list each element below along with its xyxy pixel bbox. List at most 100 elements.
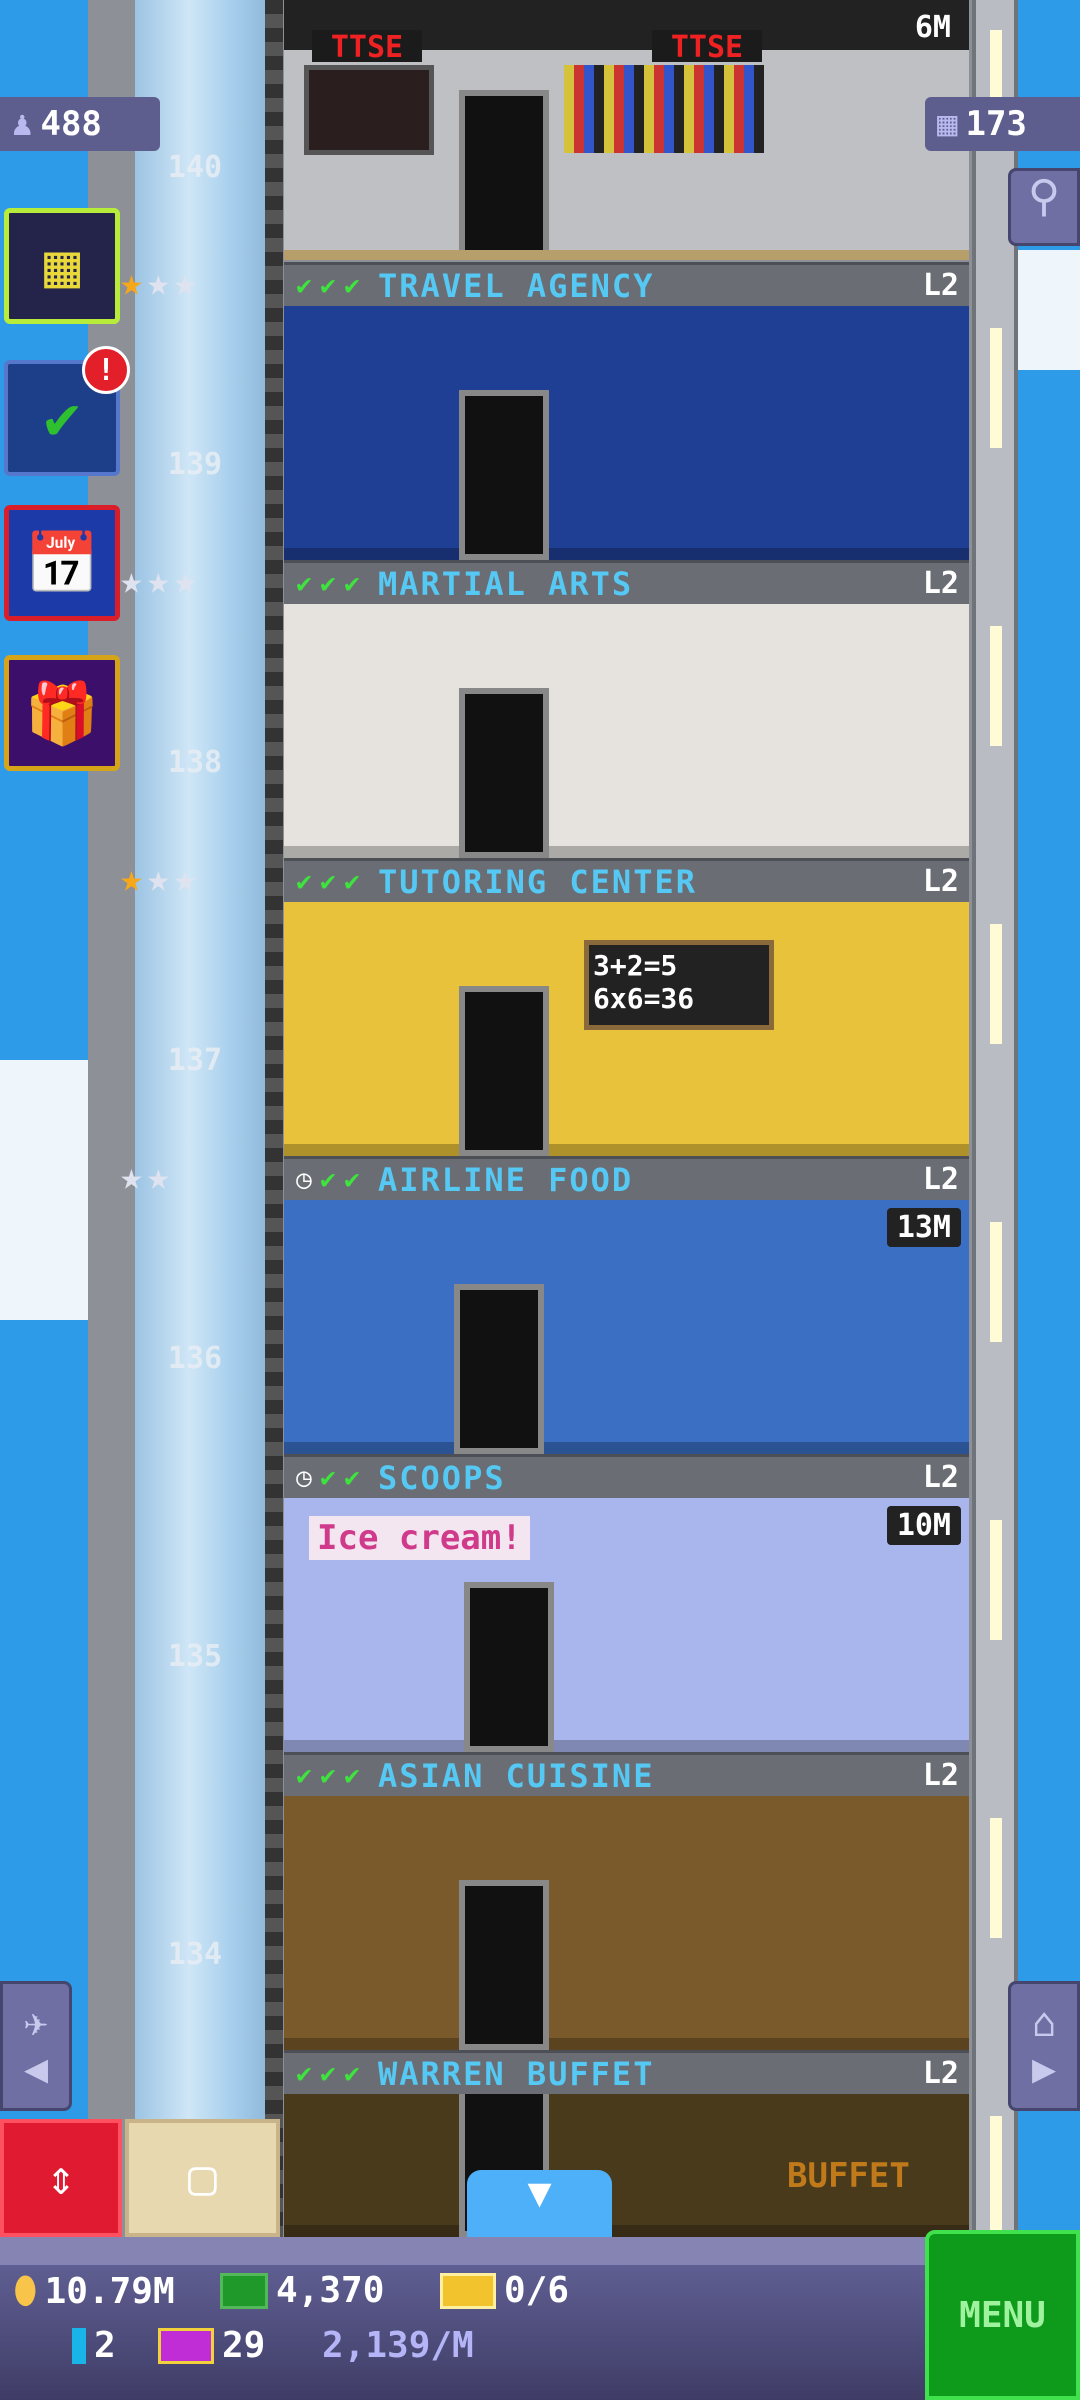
floor-stock-exchange[interactable]: TTSE TTSE 6M [284, 0, 969, 260]
lobby-button[interactable]: ⌂ ▶ [1008, 1981, 1080, 2111]
check-icon: ✔ [296, 866, 312, 897]
rail-light [990, 1818, 1002, 1938]
floor-number: 140 [167, 150, 223, 185]
door [459, 1880, 549, 2050]
check-icon: ✔ [320, 1164, 336, 1195]
arrow-right-icon: ▶ [1031, 2046, 1057, 2092]
floor-room[interactable] [284, 306, 969, 560]
floor-label[interactable]: ✔ ✔ ✔ TRAVEL AGENCY L2 [284, 262, 969, 306]
floor-label[interactable]: ◷ ✔ ✔ SCOOPS L2 [284, 1454, 969, 1498]
floors-counter[interactable]: ▦ 173 [925, 97, 1080, 151]
silver-star-icon: ★ [120, 558, 143, 602]
floor-room[interactable]: 13M [284, 1200, 969, 1454]
floor-name: ASIAN CUISINE [378, 1756, 655, 1795]
floor-room[interactable]: 10M Ice cream! [284, 1498, 969, 1752]
cloud [1018, 250, 1080, 370]
population-value: 488 [40, 104, 102, 144]
gift-button[interactable]: 🎁 [4, 655, 120, 771]
floor-room[interactable]: 3+2=5 6x6=36 [284, 902, 969, 1156]
elevator-shaft[interactable] [135, 0, 270, 2240]
bitizen-cards-stat: 2 [72, 2325, 116, 2366]
check-icon: ✔ [344, 866, 360, 897]
floor-level: L2 [922, 2056, 959, 2091]
vip-stat: 29 [158, 2325, 265, 2366]
floor-name: AIRLINE FOOD [378, 1160, 634, 1199]
check-icon: ✔ [344, 1760, 360, 1791]
scroll-down-button[interactable]: ▼ [467, 2170, 612, 2237]
rail-light [990, 626, 1002, 746]
building-icon: ▦ [937, 104, 958, 144]
floor-level: L2 [922, 566, 959, 601]
bux-value: 4,370 [276, 2270, 385, 2311]
golden-tickets-stat: 0/6 [440, 2270, 569, 2311]
floor-room[interactable]: BUFFET [284, 2094, 969, 2237]
stock-chart-screen [304, 65, 434, 155]
floor-room[interactable] [284, 604, 969, 858]
check-icon: ✔ [296, 2058, 312, 2089]
door [459, 688, 549, 858]
rail-light [990, 924, 1002, 1044]
box-icon: ▢ [188, 2150, 217, 2206]
floor-stars: ★ ★ ★ [120, 560, 197, 600]
building-icon: ▦ [43, 231, 81, 301]
check-icon: ✔ [320, 2058, 336, 2089]
check-icon: ✔ [344, 1164, 360, 1195]
rail-light [990, 328, 1002, 448]
cloud [0, 1060, 90, 1320]
gift-icon: 🎁 [24, 678, 100, 749]
floor-number: 134 [167, 1937, 223, 1972]
missions-button[interactable]: ✔ ! [4, 346, 130, 476]
floor-stars: ★ ★ [120, 1156, 170, 1196]
build-floor-button[interactable]: ▢ [125, 2119, 280, 2237]
check-icon: ✔ [320, 1462, 336, 1493]
floor-label[interactable]: ✔ ✔ ✔ ASIAN CUISINE L2 [284, 1752, 969, 1796]
floor-label[interactable]: ✔ ✔ ✔ MARTIAL ARTS L2 [284, 560, 969, 604]
calendar-button[interactable]: 📅 [4, 505, 120, 621]
bux-icon [220, 2272, 268, 2309]
plane-icon: ✈ [23, 2000, 49, 2046]
elevator-button[interactable]: ⇕ [0, 2119, 122, 2237]
stock-board [564, 65, 764, 153]
silver-star-icon: ★ [173, 558, 197, 602]
floor-label[interactable]: ✔ ✔ ✔ TUTORING CENTER L2 [284, 858, 969, 902]
search-button[interactable]: ⚲ [1008, 168, 1080, 246]
floor-number: 135 [167, 1639, 223, 1674]
chevron-down-icon: ▼ [527, 2170, 552, 2216]
status-bar [0, 2237, 1080, 2400]
population-counter[interactable]: ♟ 488 [0, 97, 160, 151]
floor-room[interactable] [284, 1796, 969, 2050]
check-icon: ✔ [296, 568, 312, 599]
clock-icon: ◷ [296, 1462, 312, 1493]
floor-label[interactable]: ◷ ✔ ✔ AIRLINE FOOD L2 [284, 1156, 969, 1200]
silver-star-icon: ★ [173, 856, 197, 900]
shop-sign: BUFFET [787, 2156, 910, 2196]
rail-light [990, 2116, 1002, 2236]
floor-number: 138 [167, 745, 223, 780]
floor-number: 136 [167, 1341, 223, 1376]
airport-button[interactable]: ✈ ◀ [0, 1981, 72, 2111]
shaft-frame [265, 0, 283, 2240]
floor-name: WARREN BUFFET [378, 2054, 655, 2093]
door [464, 1582, 554, 1752]
floor-number: 139 [167, 447, 223, 482]
floor-label[interactable]: ✔ ✔ ✔ WARREN BUFFET L2 [284, 2050, 969, 2094]
person-icon: ♟ [12, 104, 33, 144]
golden-tickets-value: 0/6 [504, 2270, 570, 2311]
checklist-icon: ✔ [43, 383, 81, 453]
arrow-left-icon: ◀ [23, 2046, 49, 2092]
silver-star-icon: ★ [146, 260, 170, 304]
tower-overview-button[interactable]: ▦ [4, 208, 120, 324]
coins-stat: ⬮ 10.79M [14, 2270, 175, 2312]
check-icon: ✔ [344, 1462, 360, 1493]
clock-icon: ◷ [296, 1164, 312, 1195]
gold-star-icon: ★ [120, 856, 143, 900]
calendar-icon: 📅 [24, 528, 100, 599]
floor-name: TRAVEL AGENCY [378, 266, 655, 305]
ttse-sign: TTSE [652, 30, 762, 65]
check-icon: ✔ [344, 568, 360, 599]
menu-button[interactable]: MENU [925, 2230, 1080, 2400]
bitizen-cards-value: 2 [94, 2325, 116, 2366]
door [454, 1284, 544, 1454]
ttse-sign: TTSE [312, 30, 422, 65]
magnifier-icon: ⚲ [1027, 171, 1061, 222]
